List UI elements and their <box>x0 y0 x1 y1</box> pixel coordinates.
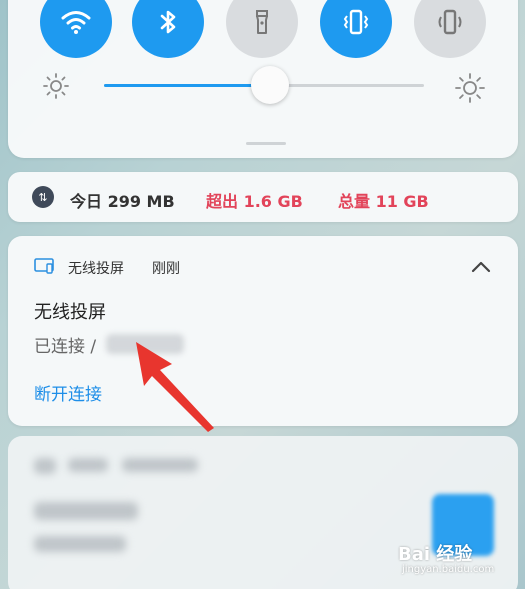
connection-status: 已连接 / <box>34 337 97 357</box>
bluetooth-icon <box>160 10 176 34</box>
vibrate-toggle[interactable] <box>320 0 392 58</box>
notification-app-name: 无线投屏 <box>68 261 124 277</box>
panel-drag-handle[interactable] <box>246 142 286 145</box>
today-usage: 今日 299 MB <box>70 192 175 211</box>
disconnect-button[interactable]: 断开连接 <box>34 380 102 405</box>
wifi-toggle[interactable] <box>40 0 112 58</box>
total-usage: 总量 11 GB <box>338 192 429 211</box>
notification-time: 刚刚 <box>152 261 180 277</box>
data-usage-icon: ⇅ <box>32 186 54 208</box>
quick-settings-panel <box>8 0 518 158</box>
annotation-arrow <box>136 342 214 432</box>
wireless-projection-notification[interactable]: 无线投屏 刚刚 无线投屏 已连接 / 断开连接 <box>8 236 518 426</box>
sound-mode-toggle[interactable] <box>414 0 486 58</box>
baidu-watermark: Bai 经验 jingyan.baidu.com <box>398 540 518 584</box>
brightness-thumb[interactable] <box>251 66 290 104</box>
brightness-fill <box>104 84 271 87</box>
sound-mode-icon <box>438 9 462 35</box>
flashlight-toggle[interactable] <box>226 0 298 58</box>
brightness-high-icon <box>455 73 485 103</box>
flashlight-icon <box>256 10 268 34</box>
screen-cast-icon <box>34 258 54 274</box>
bluetooth-toggle[interactable] <box>132 0 204 58</box>
watermark-url: jingyan.baidu.com <box>402 564 495 575</box>
vibrate-icon <box>343 9 369 35</box>
brightness-low-icon <box>43 73 69 99</box>
notification-title: 无线投屏 <box>34 302 106 323</box>
chevron-up-icon[interactable] <box>470 260 492 274</box>
wifi-icon <box>61 11 91 34</box>
watermark-brand: Bai 经验 <box>398 544 473 565</box>
over-usage: 超出 1.6 GB <box>206 192 303 211</box>
data-usage-card[interactable]: ⇅ 今日 299 MB 超出 1.6 GB 总量 11 GB <box>8 172 518 222</box>
